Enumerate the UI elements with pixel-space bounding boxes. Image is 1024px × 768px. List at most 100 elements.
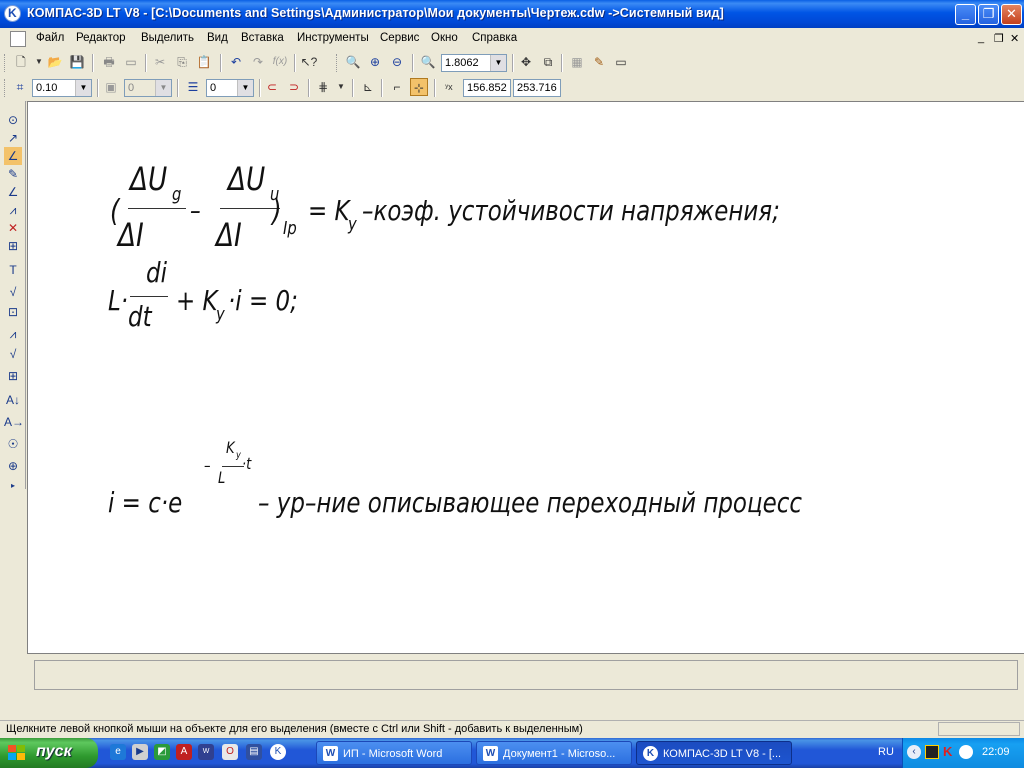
symbols-icon[interactable]: ∠	[4, 147, 22, 165]
text-icon[interactable]: T	[4, 261, 22, 279]
state-icon[interactable]: ▣	[102, 78, 120, 96]
function-icon[interactable]: f(x)	[271, 53, 289, 71]
coord-x-field[interactable]: 156.852	[463, 79, 511, 97]
layer-combo[interactable]: 0 ▼	[206, 79, 254, 97]
base-icon[interactable]: ⊡	[4, 303, 22, 321]
property-panel	[34, 660, 1018, 690]
app-icon[interactable]: ▤	[246, 744, 262, 760]
select-icon[interactable]: ✕	[4, 219, 22, 237]
open-folder-icon[interactable]: 📂	[46, 53, 64, 71]
axis-icon[interactable]: ⊾	[359, 78, 377, 96]
redo-icon[interactable]: ↷	[249, 53, 267, 71]
expand-icon[interactable]: ▸	[4, 477, 22, 495]
cut-icon[interactable]: ✂	[151, 53, 169, 71]
taskbar-item-word-ip[interactable]: W ИП - Microsoft Word	[316, 741, 472, 765]
chevron-down-icon[interactable]: ▼	[490, 55, 506, 71]
acrobat-icon[interactable]: A	[176, 744, 192, 760]
tray-app-icon[interactable]	[925, 745, 939, 759]
edit-icon[interactable]: ✎	[4, 165, 22, 183]
cut-line-icon[interactable]: A→	[4, 413, 24, 431]
zoom-window-icon[interactable]: 🔍	[344, 53, 362, 71]
doc-restore-icon[interactable]: ❐	[994, 32, 1004, 45]
close-button[interactable]: ✕	[1001, 4, 1022, 25]
tray-expand-icon[interactable]: ‹	[907, 745, 921, 759]
chevron-down-icon[interactable]: ▼	[237, 80, 253, 96]
ie-icon[interactable]: e	[110, 744, 126, 760]
manager-icon[interactable]: ▭	[612, 53, 630, 71]
tray-kompas-icon[interactable]	[959, 745, 973, 759]
tray-kaspersky-icon[interactable]: K	[943, 744, 952, 759]
parametrization-icon[interactable]: ∠	[4, 183, 22, 201]
menu-insert[interactable]: Вставка	[241, 32, 284, 44]
leader-icon[interactable]: ⩘	[4, 325, 22, 343]
table-icon[interactable]: ⊞	[4, 367, 22, 385]
help-pointer-icon[interactable]: ↖?	[300, 53, 318, 71]
menu-select[interactable]: Выделить	[141, 32, 194, 44]
line-width-combo[interactable]: 0.10 ▼	[32, 79, 92, 97]
menu-edit[interactable]: Редактор	[76, 32, 126, 44]
paste-icon[interactable]: 📋	[195, 53, 213, 71]
taskbar-item-kompas[interactable]: K КОМПАС-3D LT V8 - [...	[636, 741, 792, 765]
minimize-button[interactable]: _	[955, 4, 976, 25]
exponent-t: ·t	[242, 454, 252, 473]
layers-icon[interactable]: ☰	[184, 78, 202, 96]
measure-icon[interactable]: ⩘	[4, 201, 22, 219]
taskbar-item-word-doc1[interactable]: W Документ1 - Microso...	[476, 741, 632, 765]
properties-icon[interactable]: ▦	[568, 53, 586, 71]
kompas-app-icon[interactable]	[4, 5, 21, 22]
zoom-combo[interactable]: 1.8062 ▼	[441, 54, 507, 72]
local-cs-icon[interactable]: ⌗	[11, 78, 29, 96]
chevron-down-icon[interactable]: ▼	[155, 80, 171, 96]
preview-icon[interactable]: ▭	[122, 53, 140, 71]
chevron-down-icon[interactable]: ▼	[75, 80, 91, 96]
zoom-scale-icon[interactable]: 🔍	[419, 53, 437, 71]
wave-icon[interactable]: ☉	[4, 435, 22, 453]
ortho-icon[interactable]: ⌐	[388, 78, 406, 96]
save-icon[interactable]: 💾	[68, 53, 86, 71]
show-all-icon[interactable]: ⧉	[539, 53, 557, 71]
menu-view[interactable]: Вид	[207, 32, 228, 44]
menu-help[interactable]: Справка	[472, 32, 517, 44]
document-icon[interactable]	[10, 31, 26, 47]
language-indicator[interactable]: RU	[878, 746, 894, 758]
doc-close-icon[interactable]: ✕	[1010, 32, 1019, 45]
maximize-button[interactable]: ❐	[978, 4, 999, 25]
view-combo[interactable]: 0 ▼	[124, 79, 172, 97]
menu-tools[interactable]: Инструменты	[297, 32, 369, 44]
associative-view-icon[interactable]: ⊞	[4, 237, 22, 255]
start-button[interactable]: пуск	[0, 738, 98, 768]
pan-icon[interactable]: ✥	[517, 53, 535, 71]
zoom-in-icon[interactable]: ⊕	[366, 53, 384, 71]
doc-minimize-icon[interactable]: _	[978, 32, 984, 44]
kompas-quick-icon[interactable]: K	[270, 744, 286, 760]
menu-window[interactable]: Окно	[431, 32, 458, 44]
view-arrow-icon[interactable]: A↓	[4, 391, 22, 409]
center-mark-icon[interactable]: ⊕	[4, 457, 22, 475]
undo-icon[interactable]: ↶	[227, 53, 245, 71]
roughness-icon[interactable]: √	[4, 283, 22, 301]
zoom-out-icon[interactable]: ⊖	[388, 53, 406, 71]
snap-icon[interactable]: ⊂	[263, 78, 281, 96]
opera-icon[interactable]: O	[222, 744, 238, 760]
snap-settings-icon[interactable]: ⊃	[285, 78, 303, 96]
media-player-icon[interactable]: ▶	[132, 744, 148, 760]
copy-icon[interactable]: ⎘	[173, 53, 191, 71]
grid-icon[interactable]: ⋕	[314, 78, 332, 96]
tolerance-icon[interactable]: √	[4, 345, 22, 363]
library-icon[interactable]: ✎	[590, 53, 608, 71]
round-icon[interactable]: ⊹	[410, 78, 428, 96]
geometry-icon[interactable]: ⊙	[4, 111, 22, 129]
dimensions-icon[interactable]: ↗	[4, 129, 22, 147]
print-icon[interactable]: 🖶	[100, 53, 118, 71]
paren-close-sub: Ip	[283, 218, 297, 239]
menu-file[interactable]: Файл	[36, 32, 64, 44]
coord-y-field[interactable]: 253.716	[513, 79, 561, 97]
new-file-icon[interactable]: 🗋	[12, 53, 30, 71]
menu-service[interactable]: Сервис	[380, 32, 419, 44]
frac1-numerator: ΔU	[130, 160, 168, 198]
grid-dropdown-icon[interactable]: ▼	[332, 78, 350, 96]
winamp-icon[interactable]: W	[198, 744, 214, 760]
desktop-icon[interactable]: ◩	[154, 744, 170, 760]
clock[interactable]: 22:09	[982, 746, 1010, 758]
exponent-numerator: K	[226, 438, 235, 457]
